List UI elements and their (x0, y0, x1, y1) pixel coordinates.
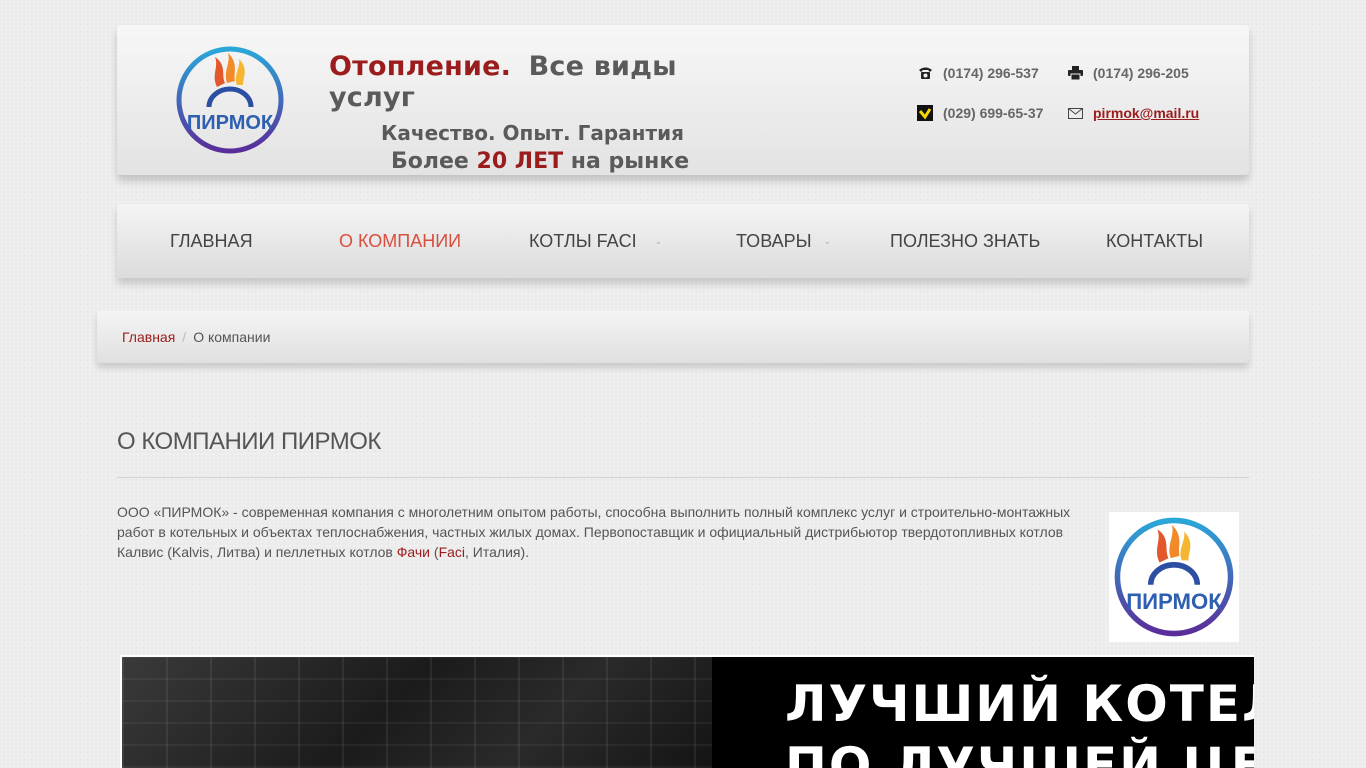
phone-number: (0174) 296-537 (943, 65, 1039, 81)
content-logo: ПИРМОК (1109, 512, 1239, 642)
breadcrumb: Главная / О компании (97, 311, 1249, 363)
slogan-market: на рынке (570, 149, 690, 174)
pirmok-logo[interactable]: ПИРМОК (175, 45, 285, 155)
envelope-icon (1067, 105, 1083, 121)
slogan-more: Более (391, 149, 469, 174)
faci-link-ru[interactable]: Фачи (397, 544, 430, 560)
svg-text:ПИРМОК: ПИРМОК (1126, 589, 1222, 614)
title-divider (117, 477, 1249, 478)
breadcrumb-separator: / (182, 329, 187, 345)
nav-item-about[interactable]: О КОМПАНИИ (339, 204, 461, 278)
intro-paragraph: ООО «ПИРМОК» - современная компания с мн… (117, 504, 1071, 560)
printer-icon (1067, 65, 1083, 81)
faci-link-en[interactable]: Faci (439, 544, 465, 560)
nav-item-products[interactable]: ТОВАРЫ ⌄ (736, 204, 831, 278)
phone-icon (917, 65, 933, 81)
contact-mobile: (029) 699-65-37 (917, 105, 1043, 121)
header-slogan: Отопление. Все виды услуг Качество. Опыт… (329, 51, 759, 174)
email-link[interactable]: pirmok@mail.ru (1093, 105, 1199, 121)
pirmok-logo-large: ПИРМОК (1114, 517, 1234, 637)
slogan-years: 20 ЛЕТ (476, 149, 564, 174)
mobile-number: (029) 699-65-37 (943, 105, 1044, 121)
nav-item-contacts[interactable]: КОНТАКТЫ (1106, 204, 1203, 278)
contact-phone: (0174) 296-537 (917, 65, 1039, 81)
nav-item-useful[interactable]: ПОЛЕЗНО ЗНАТЬ (890, 204, 1040, 278)
mobile-operator-icon (917, 105, 933, 121)
main-nav: ГЛАВНАЯ О КОМПАНИИ КОТЛЫ FACI ⌄ ТОВАРЫ ⌄… (117, 204, 1249, 278)
chevron-down-icon: ⌄ (654, 235, 663, 246)
breadcrumb-current: О компании (193, 329, 271, 345)
nav-item-home[interactable]: ГЛАВНАЯ (170, 204, 253, 278)
fax-number: (0174) 296-205 (1093, 65, 1189, 81)
nav-item-faci-boilers[interactable]: КОТЛЫ FACI ⌄ (529, 204, 662, 278)
slogan-quality: Качество. Опыт. Гарантия (381, 121, 684, 145)
breadcrumb-home[interactable]: Главная (122, 329, 175, 345)
svg-text:ПИРМОК: ПИРМОК (187, 112, 274, 134)
contact-fax: (0174) 296-205 (1067, 65, 1189, 81)
slogan-heating: Отопление. (329, 51, 512, 82)
warehouse-photo (122, 657, 712, 768)
contact-email: pirmok@mail.ru (1067, 105, 1199, 121)
banner-line1: ЛУЧШИЙ КОТЕЛ (785, 675, 1254, 733)
banner-line2: ПО ЛУЧШЕЙ ЦЕНЕ (785, 737, 1254, 768)
page: ПИРМОК Отопление. Все виды услуг Качеств… (0, 0, 1366, 768)
site-header: ПИРМОК Отопление. Все виды услуг Качеств… (117, 25, 1249, 175)
promo-banner[interactable]: ЛУЧШИЙ КОТЕЛ ПО ЛУЧШЕЙ ЦЕНЕ (120, 655, 1254, 768)
chevron-down-icon: ⌄ (823, 235, 832, 246)
page-title: О КОМПАНИИ ПИРМОК (117, 428, 381, 455)
banner-slogan: ЛУЧШИЙ КОТЕЛ ПО ЛУЧШЕЙ ЦЕНЕ (785, 673, 1254, 768)
